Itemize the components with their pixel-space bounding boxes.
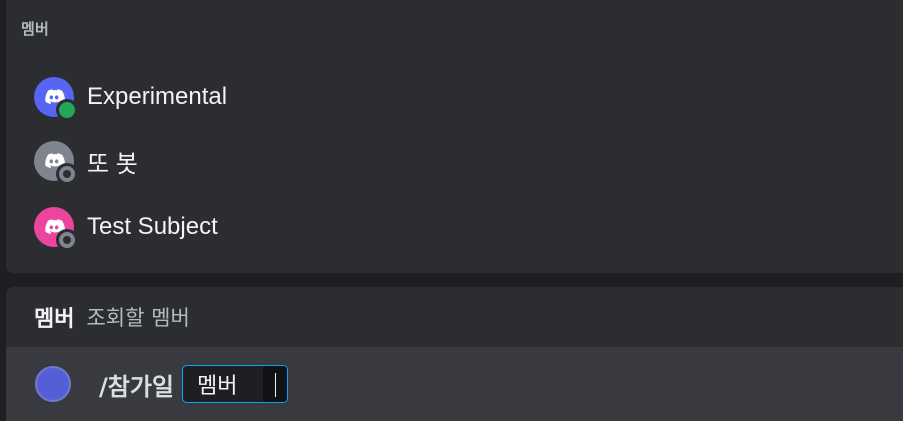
text-caret [275, 373, 277, 397]
member-option-bot[interactable]: 또 봇 [14, 134, 894, 188]
member-option-experimental[interactable]: Experimental [14, 70, 894, 124]
online-status-icon [56, 99, 78, 121]
slash-command-name: /참가일 [99, 372, 175, 401]
member-name: Experimental [87, 83, 228, 110]
member-option-test-subject[interactable]: Test Subject [14, 200, 894, 254]
option-name: 멤버 [34, 307, 75, 332]
app-avatar-icon [35, 366, 71, 402]
popup-header: 멤버 [21, 20, 50, 38]
command-option-hint: 멤버 조회할 멤버 [6, 287, 903, 347]
member-name: 또 봇 [87, 150, 138, 178]
message-composer[interactable]: /참가일 멤버 [6, 347, 903, 421]
offline-status-icon [56, 163, 78, 185]
parameter-input[interactable] [263, 366, 288, 402]
app-root: 멤버 Experimental 또 봇 Test Subject 멤버 조회할 … [0, 0, 903, 421]
parameter-label: 멤버 [197, 374, 238, 399]
autocomplete-popup: 멤버 Experimental 또 봇 Test Subject [6, 0, 903, 274]
option-description: 조회할 멤버 [86, 306, 190, 330]
avatar [34, 77, 78, 121]
avatar [34, 141, 78, 185]
member-name: Test Subject [87, 213, 218, 240]
command-parameter[interactable]: 멤버 [182, 365, 289, 403]
avatar [34, 207, 78, 251]
offline-status-icon [56, 229, 78, 251]
